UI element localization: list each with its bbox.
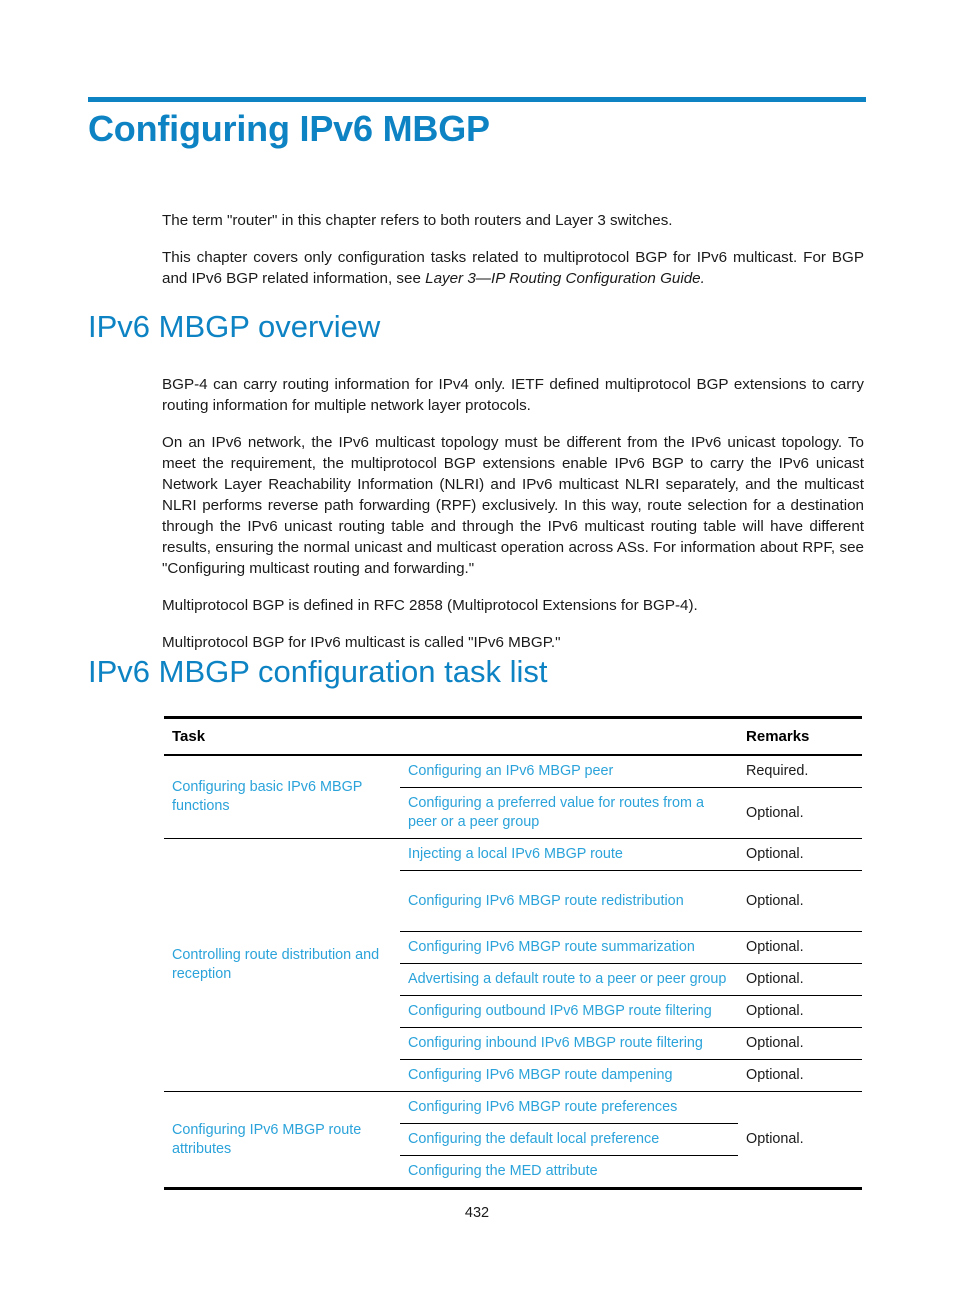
task-remark: Optional. <box>738 787 863 839</box>
page-number: 432 <box>464 1205 490 1221</box>
task-group-label[interactable]: Controlling route distribution and recep… <box>164 838 400 1092</box>
task-link[interactable]: Configuring an IPv6 MBGP peer <box>400 755 738 788</box>
table-row: Controlling route distribution and recep… <box>164 838 863 1092</box>
overview-paragraph-1: BGP-4 can carry routing information for … <box>162 376 864 414</box>
table-bottom-rule <box>738 1186 863 1190</box>
overview-paragraph-3: Multiprotocol BGP is defined in RFC 2858… <box>162 597 698 614</box>
task-link[interactable]: Configuring IPv6 MBGP route redistributi… <box>400 870 739 932</box>
overview-paragraph-2: On an IPv6 network, the IPv6 multicast t… <box>162 434 864 577</box>
table-bottom-rule <box>400 1186 739 1190</box>
task-remark: Optional. <box>738 931 863 964</box>
table-row: Configuring IPv6 MBGP route attributes C… <box>164 1091 863 1187</box>
task-group-label[interactable]: Configuring IPv6 MBGP route attributes <box>164 1091 400 1187</box>
task-link[interactable]: Configuring inbound IPv6 MBGP route filt… <box>400 1027 739 1060</box>
task-remark: Optional. <box>738 963 863 996</box>
document-page: Configuring IPv6 MBGP The term "router" … <box>0 0 954 1296</box>
task-group-label[interactable]: Configuring basic IPv6 MBGP functions <box>164 755 400 839</box>
column-header-task: Task <box>164 716 739 756</box>
task-remark: Optional. <box>738 1027 863 1060</box>
intro-paragraph-2: This chapter covers only configuration t… <box>162 247 864 289</box>
table-bottom-rule <box>164 1186 400 1190</box>
title-accent-rule <box>88 97 866 102</box>
task-remark: Required. <box>746 763 809 779</box>
section-heading-overview: IPv6 MBGP overview <box>88 309 381 344</box>
intro-paragraph-1: The term "router" in this chapter refers… <box>162 212 673 229</box>
column-header-remarks: Remarks <box>738 716 863 756</box>
chapter-title: Configuring IPv6 MBGP <box>88 108 490 149</box>
intro-paragraph-2-citation: Layer 3—IP Routing Configuration Guide. <box>425 270 705 287</box>
task-link[interactable]: Advertising a default route to a peer or… <box>400 963 739 996</box>
task-list-table-wrap: Task Remarks Configuring basic IPv6 MBGP… <box>164 716 863 1190</box>
task-remark: Optional. <box>738 870 863 932</box>
task-link[interactable]: Configuring IPv6 MBGP route preferences <box>400 1091 739 1124</box>
task-remark: Optional. <box>738 995 863 1028</box>
task-list-table: Task Remarks Configuring basic IPv6 MBGP… <box>164 716 863 1190</box>
table-bottom-rule-row <box>164 1186 863 1190</box>
table-header-row: Task Remarks <box>164 716 863 756</box>
task-link[interactable]: Configuring IPv6 MBGP route summarizatio… <box>400 931 739 964</box>
section-heading-task-list: IPv6 MBGP configuration task list <box>88 654 548 689</box>
task-link[interactable]: Configuring the MED attribute <box>400 1155 739 1187</box>
task-remark: Optional. <box>738 838 863 871</box>
task-link[interactable]: Configuring outbound IPv6 MBGP route fil… <box>400 995 739 1028</box>
table-body: Configuring basic IPv6 MBGP functions Co… <box>164 755 863 1190</box>
task-link[interactable]: Configuring the default local preference <box>400 1123 739 1156</box>
table-row: Configuring basic IPv6 MBGP functions Co… <box>164 755 862 814</box>
task-link[interactable]: Injecting a local IPv6 MBGP route <box>400 838 739 871</box>
task-link[interactable]: Configuring IPv6 MBGP route dampening <box>400 1059 739 1092</box>
task-link[interactable]: Configuring a preferred value for routes… <box>400 787 739 839</box>
overview-paragraph-4: Multiprotocol BGP for IPv6 multicast is … <box>162 634 561 651</box>
table-head: Task Remarks <box>164 716 863 756</box>
overview-block: BGP-4 can carry routing information for … <box>162 374 864 669</box>
task-remark: Optional. <box>738 1059 863 1092</box>
intro-block: The term "router" in this chapter refers… <box>162 210 864 305</box>
task-remark-merged: Optional. <box>738 1091 863 1187</box>
